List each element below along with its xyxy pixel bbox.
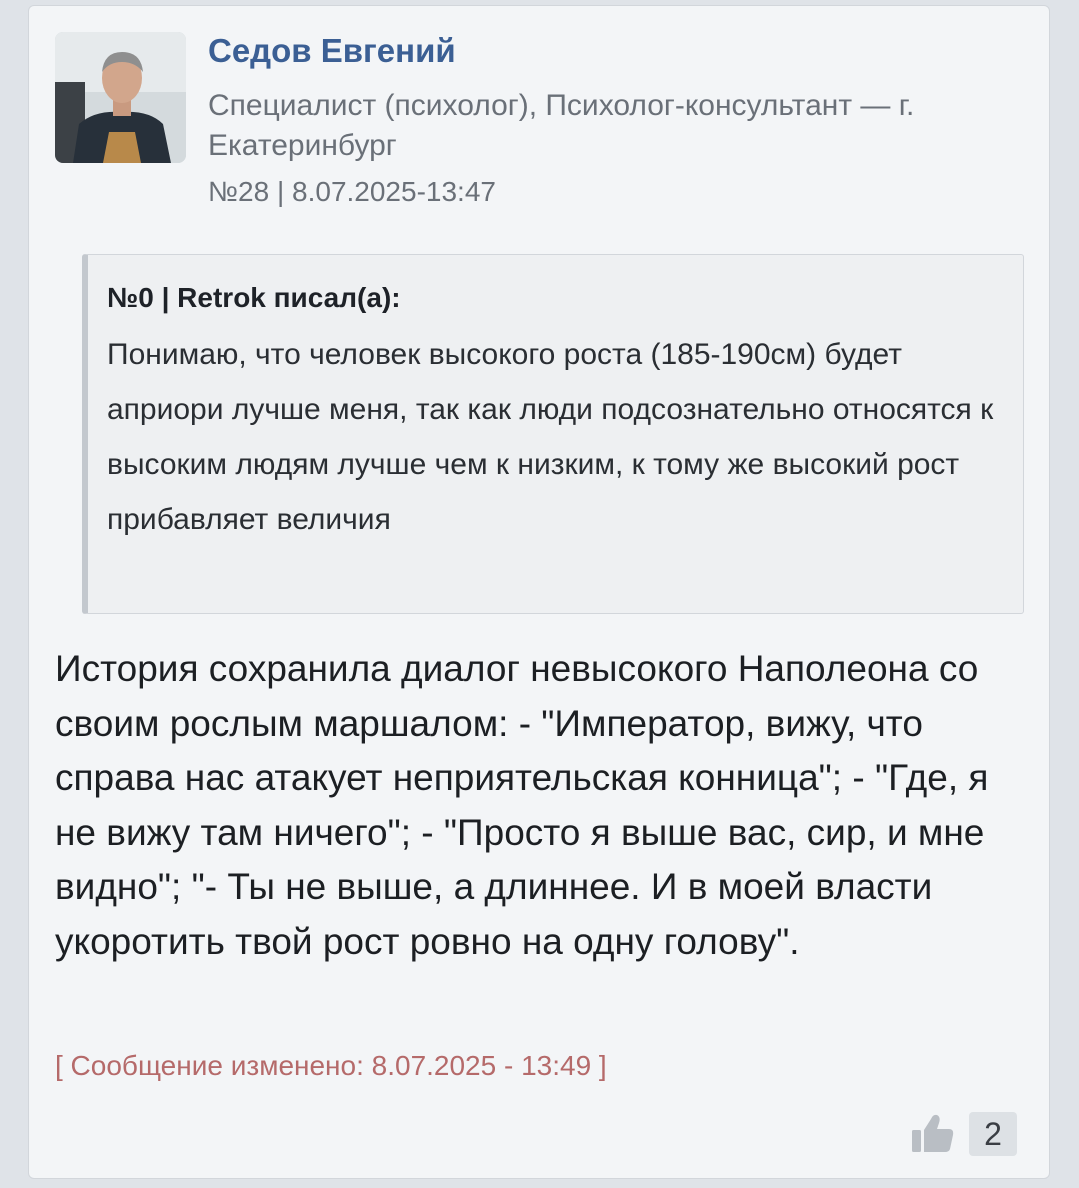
forum-post-card: Седов Евгений Специалист (психолог), Пси… bbox=[28, 5, 1050, 1179]
author-role: Специалист (психолог), Психолог-консульт… bbox=[208, 89, 915, 162]
author-name-link[interactable]: Седов Евгений bbox=[208, 32, 456, 70]
avatar-photo-icon bbox=[55, 32, 186, 163]
edited-note: [ Сообщение изменено: 8.07.2025 - 13:49 … bbox=[55, 1050, 607, 1081]
quote-header[interactable]: №0 | Retrok писал(а): bbox=[107, 281, 1003, 315]
thumbs-up-icon[interactable] bbox=[909, 1109, 957, 1157]
post-message-text: История сохранила диалог невысокого Напо… bbox=[55, 648, 989, 962]
quote-text: Понимаю, что человек высокого роста (185… bbox=[107, 338, 994, 536]
quote-block: №0 | Retrok писал(а): Понимаю, что челов… bbox=[82, 254, 1024, 614]
like-count-badge[interactable]: 2 bbox=[969, 1112, 1017, 1156]
author-avatar[interactable] bbox=[55, 32, 186, 163]
post-number-date[interactable]: №28 | 8.07.2025-13:47 bbox=[208, 176, 496, 208]
